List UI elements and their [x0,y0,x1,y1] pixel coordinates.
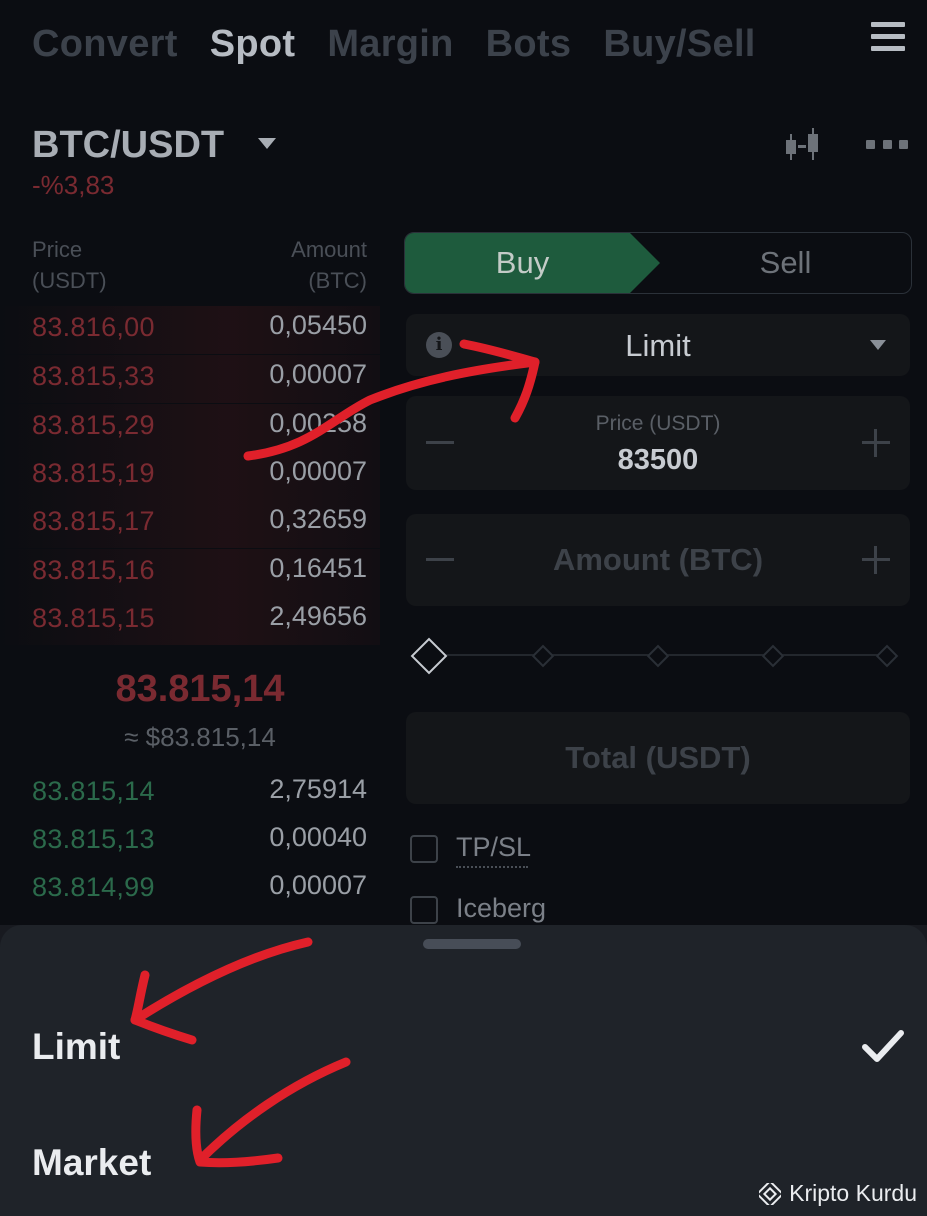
buy-button[interactable]: Buy [405,233,660,293]
total-input[interactable]: Total (USDT) [406,712,910,804]
order-type-label: Limit [625,328,691,363]
ask-amount: 0,00258 [269,408,367,438]
price-change-percent: -%3,83 [32,170,115,200]
tpsl-checkbox[interactable] [410,835,438,863]
bid-price: 83.815,14 [32,776,155,806]
iceberg-checkbox[interactable] [410,896,438,924]
ask-price: 83.816,00 [32,312,155,342]
ask-row[interactable]: 83.815,19 0,00007 [0,452,380,500]
price-column-header: Price (USDT) [32,237,107,293]
pair-symbol[interactable]: BTC/USDT [32,124,224,167]
pair-dropdown-caret-icon[interactable] [258,138,276,149]
ask-row[interactable]: 83.815,17 0,32659 [0,500,380,548]
check-icon [862,1030,904,1062]
amount-input[interactable]: Amount (BTC) [406,514,910,606]
ask-price: 83.815,15 [32,603,155,633]
ask-row[interactable]: 83.815,29 0,00258 [0,404,380,452]
price-input[interactable]: Price (USDT) 83500 [406,396,910,490]
ask-amount: 0,16451 [269,553,367,583]
amount-plus-icon[interactable] [862,546,890,574]
watermark: Kripto Kurdu [759,1180,917,1207]
more-options-icon[interactable] [866,140,908,150]
ask-row[interactable]: 83.815,15 2,49656 [0,597,380,645]
tpsl-dotted-underline [456,866,528,868]
top-tabs: Convert Spot Margin Bots Buy/Sell [0,0,927,88]
amount-column-header: Amount (BTC) [291,237,367,293]
ask-row[interactable]: 83.815,33 0,00007 [0,355,380,403]
tab-buy-sell[interactable]: Buy/Sell [603,23,755,66]
ask-row[interactable]: 83.815,16 0,16451 [0,549,380,597]
bid-amount: 0,00040 [269,822,367,852]
sheet-drag-handle[interactable] [423,939,521,949]
buy-sell-toggle: Buy Sell [404,232,912,294]
ask-amount: 0,05450 [269,310,367,340]
tab-convert[interactable]: Convert [32,23,178,66]
ask-amount: 0,00007 [269,359,367,389]
ask-amount: 2,49656 [269,601,367,631]
tab-bots[interactable]: Bots [486,23,572,66]
bid-row[interactable]: 83.815,13 0,00040 [0,818,380,866]
sell-button[interactable]: Sell [660,233,911,293]
binance-logo-icon [759,1182,782,1205]
option-market[interactable]: Market [32,1142,151,1184]
bid-row[interactable]: 83.814,99 0,00007 [0,866,380,914]
last-price-usd: ≈ $83.815,14 [124,722,276,752]
option-limit[interactable]: Limit [32,1026,120,1068]
bid-price: 83.814,99 [32,872,155,902]
last-price[interactable]: 83.815,14 [0,668,400,711]
ask-amount: 0,00007 [269,456,367,486]
hamburger-menu-icon[interactable] [871,22,905,52]
tpsl-label[interactable]: TP/SL [456,832,531,863]
candlestick-chart-icon[interactable] [782,128,824,164]
iceberg-label[interactable]: Iceberg [456,893,546,924]
bid-amount: 2,75914 [269,774,367,804]
total-placeholder: Total (USDT) [565,740,751,775]
chevron-down-icon [870,340,886,350]
price-input-label: Price (USDT) [595,412,721,435]
price-input-value[interactable]: 83500 [406,444,910,477]
ask-price: 83.815,16 [32,555,155,585]
bid-price: 83.815,13 [32,824,155,854]
tab-margin[interactable]: Margin [327,23,453,66]
ask-amount: 0,32659 [269,504,367,534]
amount-placeholder: Amount (BTC) [552,542,764,577]
ask-price: 83.815,33 [32,361,155,391]
ask-price: 83.815,29 [32,410,155,440]
ask-price: 83.815,17 [32,506,155,536]
price-plus-icon[interactable] [862,429,890,457]
ask-row[interactable]: 83.816,00 0,05450 [0,306,380,354]
ask-price: 83.815,19 [32,458,155,488]
bid-amount: 0,00007 [269,870,367,900]
watermark-text: Kripto Kurdu [789,1180,917,1206]
order-type-select[interactable]: i Limit [406,314,910,376]
tab-spot[interactable]: Spot [210,23,296,66]
bid-row[interactable]: 83.815,14 2,75914 [0,770,380,818]
